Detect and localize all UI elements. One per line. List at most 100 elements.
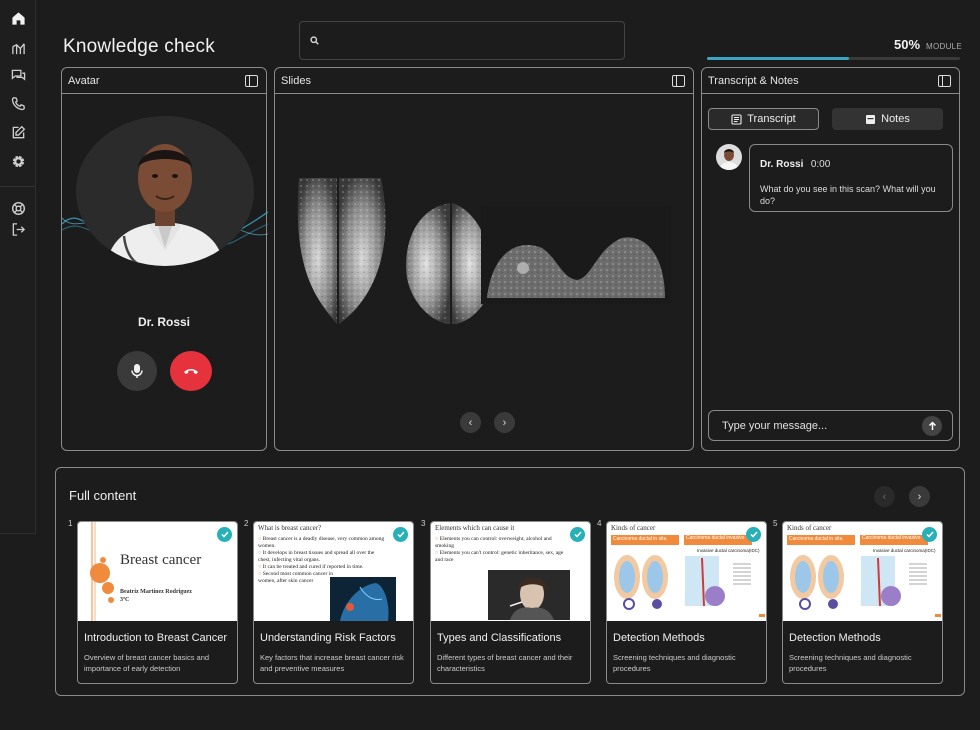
completed-check-icon xyxy=(922,527,937,542)
tab-transcript[interactable]: Transcript xyxy=(708,108,819,130)
completed-check-icon xyxy=(570,527,585,542)
message-bubble: Dr. Rossi 0:00 What do you see in this s… xyxy=(749,144,953,212)
layout-toggle-icon[interactable] xyxy=(938,74,951,87)
card-description: Key factors that increase breast cancer … xyxy=(260,653,404,673)
card-thumbnail: What is breast cancer? ○ Breast cancer i… xyxy=(254,522,413,621)
search-bar[interactable] xyxy=(299,21,625,60)
slides-panel-header: Slides xyxy=(275,68,693,94)
chevron-left-icon: ‹ xyxy=(882,490,887,503)
content-prev-button[interactable]: ‹ xyxy=(874,486,895,507)
avatar-panel-title: Avatar xyxy=(68,74,100,87)
message-sender: Dr. Rossi xyxy=(760,159,804,170)
thumb-title: Elements which can cause it xyxy=(435,524,515,532)
tab-notes-label: Notes xyxy=(881,113,910,125)
avatar-panel: Avatar Dr. Rossi xyxy=(61,67,268,451)
thumb-bullets: ○ Elements you can control: overweight, … xyxy=(435,536,565,564)
page-title: Knowledge check xyxy=(63,36,215,57)
microphone-icon xyxy=(131,364,143,378)
chat-icon[interactable] xyxy=(9,66,27,84)
layout-toggle-icon[interactable] xyxy=(245,74,258,87)
tab-notes[interactable]: Notes xyxy=(832,108,943,130)
thumb-title: What is breast cancer? xyxy=(258,524,322,532)
thumb-title: Breast cancer xyxy=(120,552,202,568)
card-number: 5 xyxy=(773,519,778,528)
progress-bar-fill xyxy=(707,57,849,60)
card-thumbnail: Kinds of cancer Carcinoma ductal in situ… xyxy=(783,522,942,621)
card-number: 3 xyxy=(421,519,426,528)
card-description: Different types of breast cancer and the… xyxy=(437,653,573,673)
thumb-author: Beatriz Martinez Rodriguez xyxy=(120,589,192,595)
content-next-button[interactable]: › xyxy=(909,486,930,507)
settings-icon[interactable] xyxy=(9,152,27,170)
content-card[interactable]: Kinds of cancer Carcinoma ductal in situ… xyxy=(606,521,767,684)
card-number: 1 xyxy=(68,519,73,528)
transcript-panel-header: Transcript & Notes xyxy=(702,68,959,94)
smoking-photo xyxy=(488,570,570,620)
card-thumbnail: Kinds of cancer Carcinoma ductal in situ… xyxy=(607,522,766,621)
transcript-panel-title: Transcript & Notes xyxy=(708,74,799,87)
slides-panel-title: Slides xyxy=(281,74,311,87)
card-title: Types and Classifications xyxy=(437,632,562,644)
content-card[interactable]: Kinds of cancer Carcinoma ductal in situ… xyxy=(782,521,943,684)
sidebar-divider xyxy=(0,186,36,187)
chevron-right-icon: › xyxy=(502,416,507,429)
content-card[interactable]: What is breast cancer? ○ Breast cancer i… xyxy=(253,521,414,684)
content-card[interactable]: Elements which can cause it ○ Elements y… xyxy=(430,521,591,684)
end-call-icon xyxy=(184,369,198,374)
slides-panel: Slides ‹ › xyxy=(274,67,694,451)
home-icon[interactable] xyxy=(9,9,27,27)
card-title: Detection Methods xyxy=(613,632,705,644)
chevron-right-icon: › xyxy=(917,490,922,503)
message-input-box[interactable] xyxy=(708,410,953,441)
content-card[interactable]: Breast cancer Beatriz Martinez Rodriguez… xyxy=(77,521,238,684)
card-description: Screening techniques and diagnostic proc… xyxy=(789,653,912,673)
card-thumbnail: Elements which can cause it ○ Elements y… xyxy=(431,522,590,621)
chevron-left-icon: ‹ xyxy=(468,416,473,429)
avatar-portrait xyxy=(76,116,254,266)
card-thumbnail: Breast cancer Beatriz Martinez Rodriguez… xyxy=(78,522,237,621)
diagram-illustration xyxy=(790,555,941,617)
avatar xyxy=(76,116,254,266)
support-icon[interactable] xyxy=(9,199,27,217)
logout-icon[interactable] xyxy=(9,220,27,238)
send-button[interactable] xyxy=(922,416,942,436)
message-avatar xyxy=(716,144,742,170)
end-call-button[interactable] xyxy=(170,351,212,391)
completed-check-icon xyxy=(746,527,761,542)
phone-icon[interactable] xyxy=(9,94,27,112)
mammogram-scan xyxy=(297,178,671,324)
transcript-panel: Transcript & Notes Transcript Notes Dr. … xyxy=(701,67,960,451)
message-text: What do you see in this scan? What will … xyxy=(760,184,936,206)
search-input[interactable] xyxy=(325,33,605,48)
avatar-display xyxy=(62,116,268,266)
analytics-icon[interactable] xyxy=(9,39,27,57)
sidebar xyxy=(0,0,36,534)
microphone-button[interactable] xyxy=(117,351,157,391)
progress-label: MODULE xyxy=(926,42,963,51)
slide-decoration xyxy=(90,522,114,621)
avatar-name: Dr. Rossi xyxy=(137,315,191,329)
message-time: 0:00 xyxy=(810,159,831,170)
card-title: Introduction to Breast Cancer xyxy=(84,632,228,644)
anatomy-illustration xyxy=(330,577,396,621)
thumb-bullet: ○ It can be treated and cured if reporte… xyxy=(258,564,364,570)
arrow-up-icon xyxy=(928,421,936,430)
document-icon xyxy=(731,113,742,125)
thumb-subtitle: 3ºC xyxy=(120,597,130,603)
edit-icon[interactable] xyxy=(9,123,27,141)
full-content-panel: Full content ‹ › 1 Breast cancer Beatriz… xyxy=(55,467,965,696)
completed-check-icon xyxy=(217,527,232,542)
card-number: 4 xyxy=(597,519,602,528)
slide-next-button[interactable]: › xyxy=(494,412,515,433)
thumb-bullet: ○ Second most common cancer in women, af… xyxy=(258,571,333,584)
slide-prev-button[interactable]: ‹ xyxy=(460,412,481,433)
completed-check-icon xyxy=(393,527,408,542)
diagram-illustration xyxy=(614,555,765,617)
tab-transcript-label: Transcript xyxy=(747,113,796,125)
message-input[interactable] xyxy=(722,419,912,432)
search-icon xyxy=(310,36,319,45)
slide-image xyxy=(287,148,677,328)
avatar-panel-header: Avatar xyxy=(62,68,266,94)
card-title: Detection Methods xyxy=(789,632,881,644)
layout-toggle-icon[interactable] xyxy=(672,74,685,87)
